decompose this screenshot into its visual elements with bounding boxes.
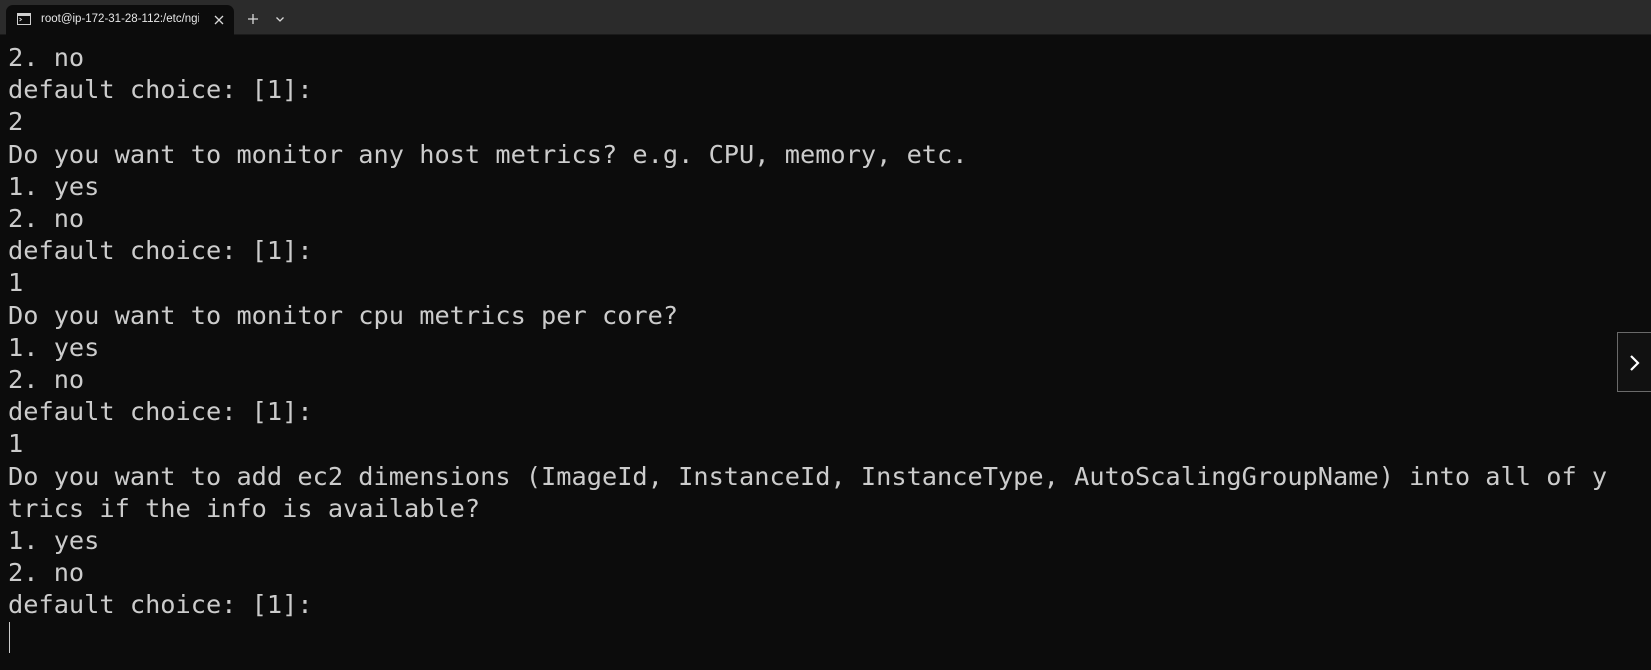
- tab-bar: root@ip-172-31-28-112:/etc/nginx: [0, 0, 1651, 35]
- terminal-line: 1. yes: [8, 171, 100, 201]
- terminal-line: 1. yes: [8, 526, 100, 555]
- terminal-icon: [17, 13, 31, 25]
- terminal-line: 1. yes: [8, 332, 100, 362]
- chevron-right-icon: [1630, 355, 1640, 371]
- tab-title: root@ip-172-31-28-112:/etc/nginx: [41, 13, 199, 25]
- plus-icon[interactable]: [244, 10, 262, 28]
- terminal-line: 2. no: [8, 43, 85, 72]
- terminal-line: Do you want to add ec2 dimensions (Image…: [8, 461, 1608, 491]
- terminal-line: default choice: [1]:: [8, 590, 313, 620]
- terminal-line: 1: [8, 268, 24, 298]
- terminal-line: Do you want to monitor cpu metrics per c…: [8, 300, 679, 330]
- terminal-line: default choice: [1]:: [8, 75, 313, 105]
- terminal-output[interactable]: 2. no default choice: [1]: 2 Do you want…: [0, 42, 1651, 670]
- terminal-line: Do you want to monitor any host metrics?…: [8, 139, 968, 169]
- terminal-window: root@ip-172-31-28-112:/etc/nginx 2. no d…: [0, 0, 1651, 670]
- terminal-line: default choice: [1]:: [8, 397, 313, 427]
- side-panel-toggle-button[interactable]: [1617, 332, 1651, 392]
- chevron-down-icon[interactable]: [272, 10, 288, 28]
- terminal-line: 2. no: [8, 558, 85, 588]
- terminal-line: 2. no: [8, 204, 85, 233]
- close-icon[interactable]: [211, 12, 227, 28]
- terminal-line: 2. no: [8, 365, 85, 394]
- terminal-line: trics if the info is available?: [8, 493, 481, 523]
- terminal-line: 1: [8, 429, 24, 459]
- terminal-line: default choice: [1]:: [8, 236, 313, 266]
- text-cursor: [9, 622, 10, 653]
- tab-terminal[interactable]: root@ip-172-31-28-112:/etc/nginx: [6, 5, 234, 35]
- terminal-line: 2: [8, 107, 24, 137]
